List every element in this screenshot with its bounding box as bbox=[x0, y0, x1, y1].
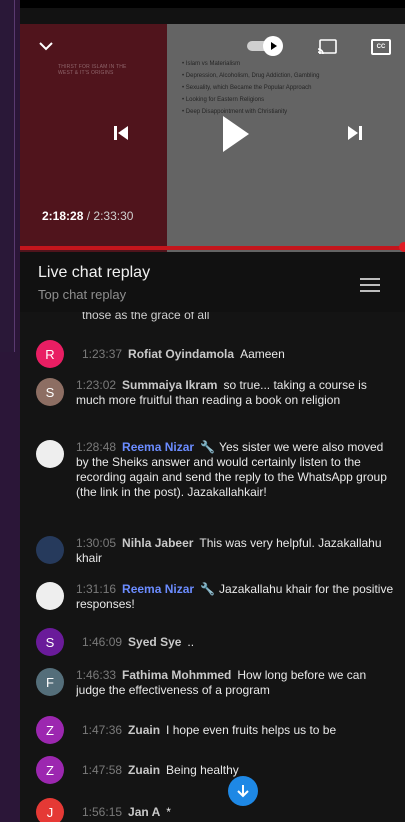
message-body: 1:28:48 Reema Nizar 🔧 Yes sister we were al… bbox=[76, 440, 396, 516]
chat-mode-selector[interactable]: Top chat replay bbox=[38, 287, 126, 302]
message-time: 1:56:15 bbox=[82, 805, 123, 819]
message-text: so true... taking a course is much more … bbox=[76, 378, 367, 407]
chat-message-list[interactable]: those as the grace of all R 1:23:37 Rofia… bbox=[20, 312, 405, 822]
message-body: 1:30:05 Nihla Jabeer This was very helpful… bbox=[76, 536, 396, 568]
message-time: 1:46:33 bbox=[76, 668, 117, 682]
message-author: Fathima Mohmmed bbox=[122, 668, 232, 682]
arrow-down-icon[interactable] bbox=[228, 776, 258, 806]
message-author: Summaiya Ikram bbox=[122, 378, 218, 392]
duration: 2:33:30 bbox=[93, 209, 134, 223]
message-text: Being healthy bbox=[166, 763, 239, 777]
message-author: Reema Nizar bbox=[122, 440, 195, 454]
time-separator: / bbox=[86, 209, 91, 223]
wrench-icon: 🔧 bbox=[200, 582, 216, 596]
message-text: Aameen bbox=[240, 347, 285, 361]
progress-thumb[interactable] bbox=[399, 242, 405, 252]
avatar[interactable]: Z bbox=[36, 756, 64, 784]
message-time: 1:47:58 bbox=[82, 763, 123, 777]
avatar[interactable]: S bbox=[36, 628, 64, 656]
partial-message: those as the grace of all bbox=[82, 312, 210, 322]
message-author: Zuain bbox=[128, 723, 161, 737]
message-time: 1:30:05 bbox=[76, 536, 117, 550]
message-time: 1:31:16 bbox=[76, 582, 117, 596]
message-body: 1:31:16 Reema Nizar 🔧 Jazakallahu khair for… bbox=[76, 582, 396, 614]
message-body: 1:23:37 Rofiat Oyindamola Aameen bbox=[82, 347, 402, 362]
message-text: .. bbox=[187, 635, 195, 649]
cast-icon[interactable] bbox=[316, 38, 338, 56]
video-player[interactable]: THIRST FOR ISLAM IN THE WEST & IT'S ORIG… bbox=[20, 24, 405, 252]
avatar[interactable] bbox=[36, 440, 64, 468]
message-author: Jan A bbox=[128, 805, 161, 819]
avatar[interactable] bbox=[36, 536, 64, 564]
progress-bar[interactable] bbox=[20, 246, 405, 250]
message-text: I hope even fruits helps us to be bbox=[166, 723, 337, 737]
message-author: Zuain bbox=[128, 763, 161, 777]
message-body: 1:47:36 Zuain I hope even fruits helps us … bbox=[82, 723, 402, 738]
message-time: 1:47:36 bbox=[82, 723, 123, 737]
message-time: 1:23:37 bbox=[82, 347, 123, 361]
current-time: 2:18:28 bbox=[42, 209, 84, 223]
chat-header: Live chat replay Top chat replay bbox=[20, 252, 405, 313]
wrench-icon: 🔧 bbox=[200, 440, 216, 454]
avatar[interactable]: Z bbox=[36, 716, 64, 744]
message-body: 1:46:33 Fathima Mohmmed How long before we… bbox=[76, 668, 396, 700]
play-icon[interactable] bbox=[216, 114, 256, 154]
status-bar bbox=[20, 0, 405, 8]
autoplay-toggle-icon[interactable] bbox=[247, 36, 287, 56]
top-strip bbox=[20, 8, 405, 24]
chevron-down-icon[interactable] bbox=[36, 36, 56, 56]
message-author: Syed Sye bbox=[128, 635, 182, 649]
cc-icon[interactable]: CC bbox=[370, 38, 392, 56]
message-body: 1:46:09 Syed Sye.. bbox=[82, 635, 402, 650]
avatar[interactable] bbox=[36, 582, 64, 610]
message-body: 1:56:15 Jan A * bbox=[82, 805, 402, 820]
message-time: 1:23:02 bbox=[76, 378, 117, 392]
background-edge bbox=[0, 0, 15, 352]
avatar[interactable]: S bbox=[36, 378, 64, 406]
message-author: Reema Nizar bbox=[122, 582, 195, 596]
skip-previous-icon[interactable] bbox=[106, 118, 136, 148]
avatar[interactable]: J bbox=[36, 798, 64, 822]
skip-next-icon[interactable] bbox=[340, 118, 370, 148]
message-author: Nihla Jabeer bbox=[122, 536, 194, 550]
app-screen: THIRST FOR ISLAM IN THE WEST & IT'S ORIG… bbox=[20, 0, 405, 822]
message-author: Rofiat Oyindamola bbox=[128, 347, 235, 361]
avatar[interactable]: F bbox=[36, 668, 64, 696]
message-time: 1:28:48 bbox=[76, 440, 117, 454]
tune-icon[interactable] bbox=[360, 276, 380, 292]
message-text: * bbox=[166, 805, 171, 819]
chat-title: Live chat replay bbox=[38, 264, 151, 281]
message-time: 1:46:09 bbox=[82, 635, 123, 649]
avatar[interactable]: R bbox=[36, 340, 64, 368]
time-display: 2:18:28 / 2:33:30 bbox=[42, 209, 133, 223]
message-body: 1:23:02 Summaiya Ikram so true... taking a… bbox=[76, 378, 396, 426]
